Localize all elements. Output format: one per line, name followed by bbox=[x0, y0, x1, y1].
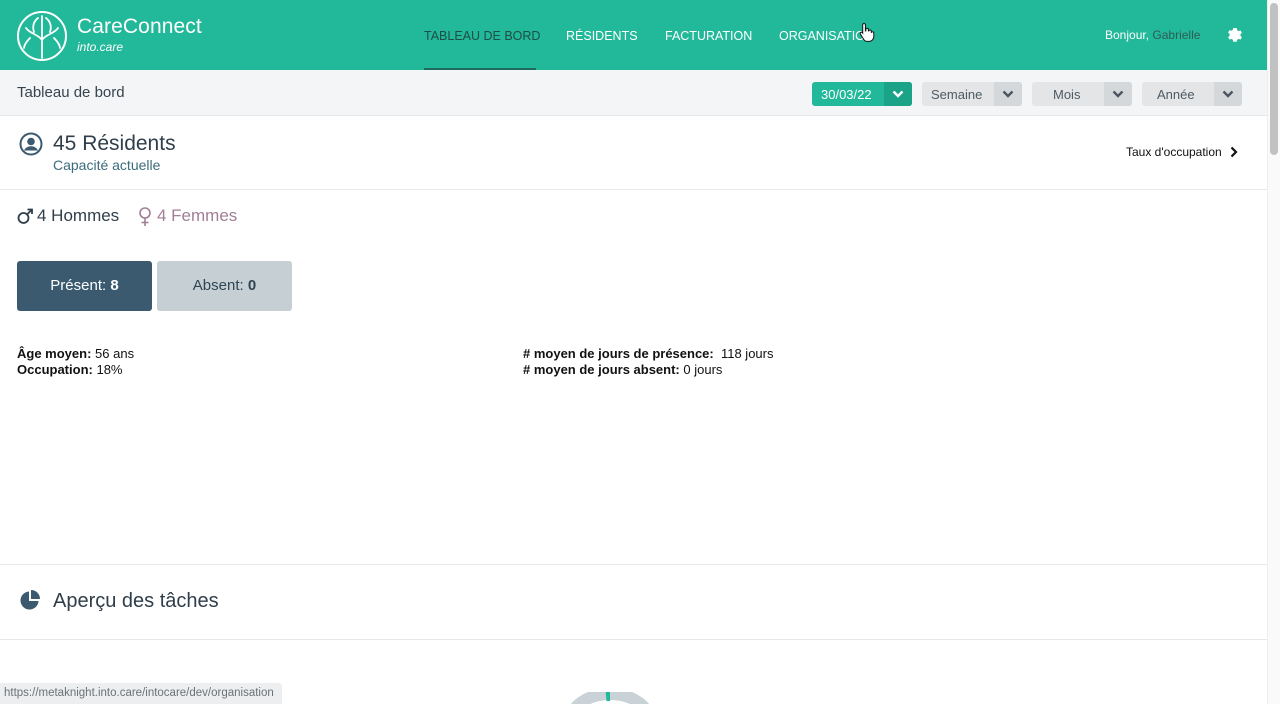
occupation-label: Occupation: bbox=[17, 362, 93, 377]
absent-days-label: # moyen de jours absent: bbox=[523, 362, 680, 377]
pie-chart-icon bbox=[20, 590, 40, 610]
date-select[interactable]: 30/03/22 bbox=[812, 82, 912, 106]
year-dropdown-toggle[interactable] bbox=[1214, 82, 1242, 106]
status-bar-url: https://metaknight.into.care/intocare/de… bbox=[0, 683, 282, 704]
greeting-prefix: Bonjour, bbox=[1105, 28, 1150, 42]
nav-residents[interactable]: RÉSIDENTS bbox=[566, 29, 638, 43]
present-label: Présent: bbox=[50, 277, 107, 294]
presence-days-label: # moyen de jours de présence: bbox=[523, 346, 714, 361]
male-icon bbox=[17, 208, 33, 224]
avg-age-value: 56 ans bbox=[95, 346, 135, 361]
brand-name: CareConnect bbox=[77, 15, 202, 38]
chevron-down-icon bbox=[1222, 90, 1234, 98]
chevron-down-icon bbox=[892, 90, 904, 98]
nav-facturation[interactable]: FACTURATION bbox=[665, 29, 752, 43]
top-navbar: CareConnect into.care TABLEAU DE BORD RÉ… bbox=[0, 0, 1267, 70]
chevron-down-icon bbox=[1112, 90, 1124, 98]
year-label: Année bbox=[1157, 87, 1195, 102]
user-name[interactable]: Gabrielle bbox=[1152, 28, 1200, 42]
brand-subtitle: into.care bbox=[77, 40, 124, 54]
absent-label: Absent: bbox=[192, 277, 244, 294]
year-select[interactable]: Année bbox=[1142, 82, 1242, 106]
occupation-value: 18% bbox=[96, 362, 123, 377]
section-divider bbox=[0, 639, 1267, 640]
present-value: 8 bbox=[110, 277, 119, 294]
tasks-overview-title: Aperçu des tâches bbox=[53, 590, 219, 612]
section-divider bbox=[0, 189, 1267, 190]
women-count-label: 4 Femmes bbox=[157, 206, 238, 225]
chevron-right-icon bbox=[1230, 146, 1238, 158]
month-label: Mois bbox=[1053, 87, 1081, 102]
occupancy-rate-link[interactable]: Taux d'occupation bbox=[1126, 145, 1238, 159]
month-dropdown-toggle[interactable] bbox=[1104, 82, 1132, 106]
user-greeting: Bonjour, Gabrielle bbox=[1105, 28, 1200, 42]
occupancy-link-label: Taux d'occupation bbox=[1126, 145, 1222, 159]
avg-age-stat: Âge moyen: 56 ans bbox=[17, 346, 134, 361]
page-title: Tableau de bord bbox=[17, 84, 125, 101]
occupation-stat: Occupation: 18% bbox=[17, 362, 123, 377]
absent-value: 0 bbox=[247, 277, 257, 294]
week-select[interactable]: Semaine bbox=[922, 82, 1022, 106]
section-divider bbox=[0, 564, 1267, 565]
residents-subtitle: Capacité actuelle bbox=[53, 157, 161, 173]
tree-logo-icon[interactable] bbox=[16, 10, 68, 62]
week-label: Semaine bbox=[931, 87, 983, 102]
presence-days-value: 118 jours bbox=[720, 346, 774, 361]
absent-days-stat: # moyen de jours absent: 0 jours bbox=[523, 362, 722, 377]
hand-cursor-icon bbox=[859, 22, 875, 42]
week-dropdown-toggle[interactable] bbox=[994, 82, 1022, 106]
chevron-down-icon bbox=[1002, 90, 1014, 98]
sub-header: Tableau de bord 30/03/22 Semaine Mois An… bbox=[0, 70, 1267, 116]
user-circle-icon bbox=[19, 132, 43, 156]
date-dropdown-toggle[interactable] bbox=[884, 82, 912, 106]
men-count-label: 4 Hommes bbox=[37, 206, 120, 225]
gear-icon[interactable] bbox=[1226, 27, 1242, 43]
tasks-donut-chart bbox=[571, 692, 649, 704]
nav-tableau-de-bord[interactable]: TABLEAU DE BORD bbox=[424, 29, 540, 43]
avg-age-label: Âge moyen: bbox=[17, 346, 92, 361]
presence-days-stat: # moyen de jours de présence: 118 jours bbox=[523, 346, 773, 361]
absent-days-value: 0 jours bbox=[683, 362, 723, 377]
women-count: 4 Femmes bbox=[138, 206, 237, 226]
scrollbar-thumb[interactable] bbox=[1270, 3, 1278, 155]
residents-count: 45 Résidents bbox=[53, 132, 176, 155]
men-count: 4 Hommes bbox=[17, 206, 119, 226]
present-button[interactable]: Présent: 8 bbox=[17, 261, 152, 311]
date-value: 30/03/22 bbox=[821, 87, 872, 102]
absent-button[interactable]: Absent: 0 bbox=[157, 261, 292, 311]
month-select[interactable]: Mois bbox=[1032, 82, 1132, 106]
female-icon bbox=[139, 207, 151, 226]
